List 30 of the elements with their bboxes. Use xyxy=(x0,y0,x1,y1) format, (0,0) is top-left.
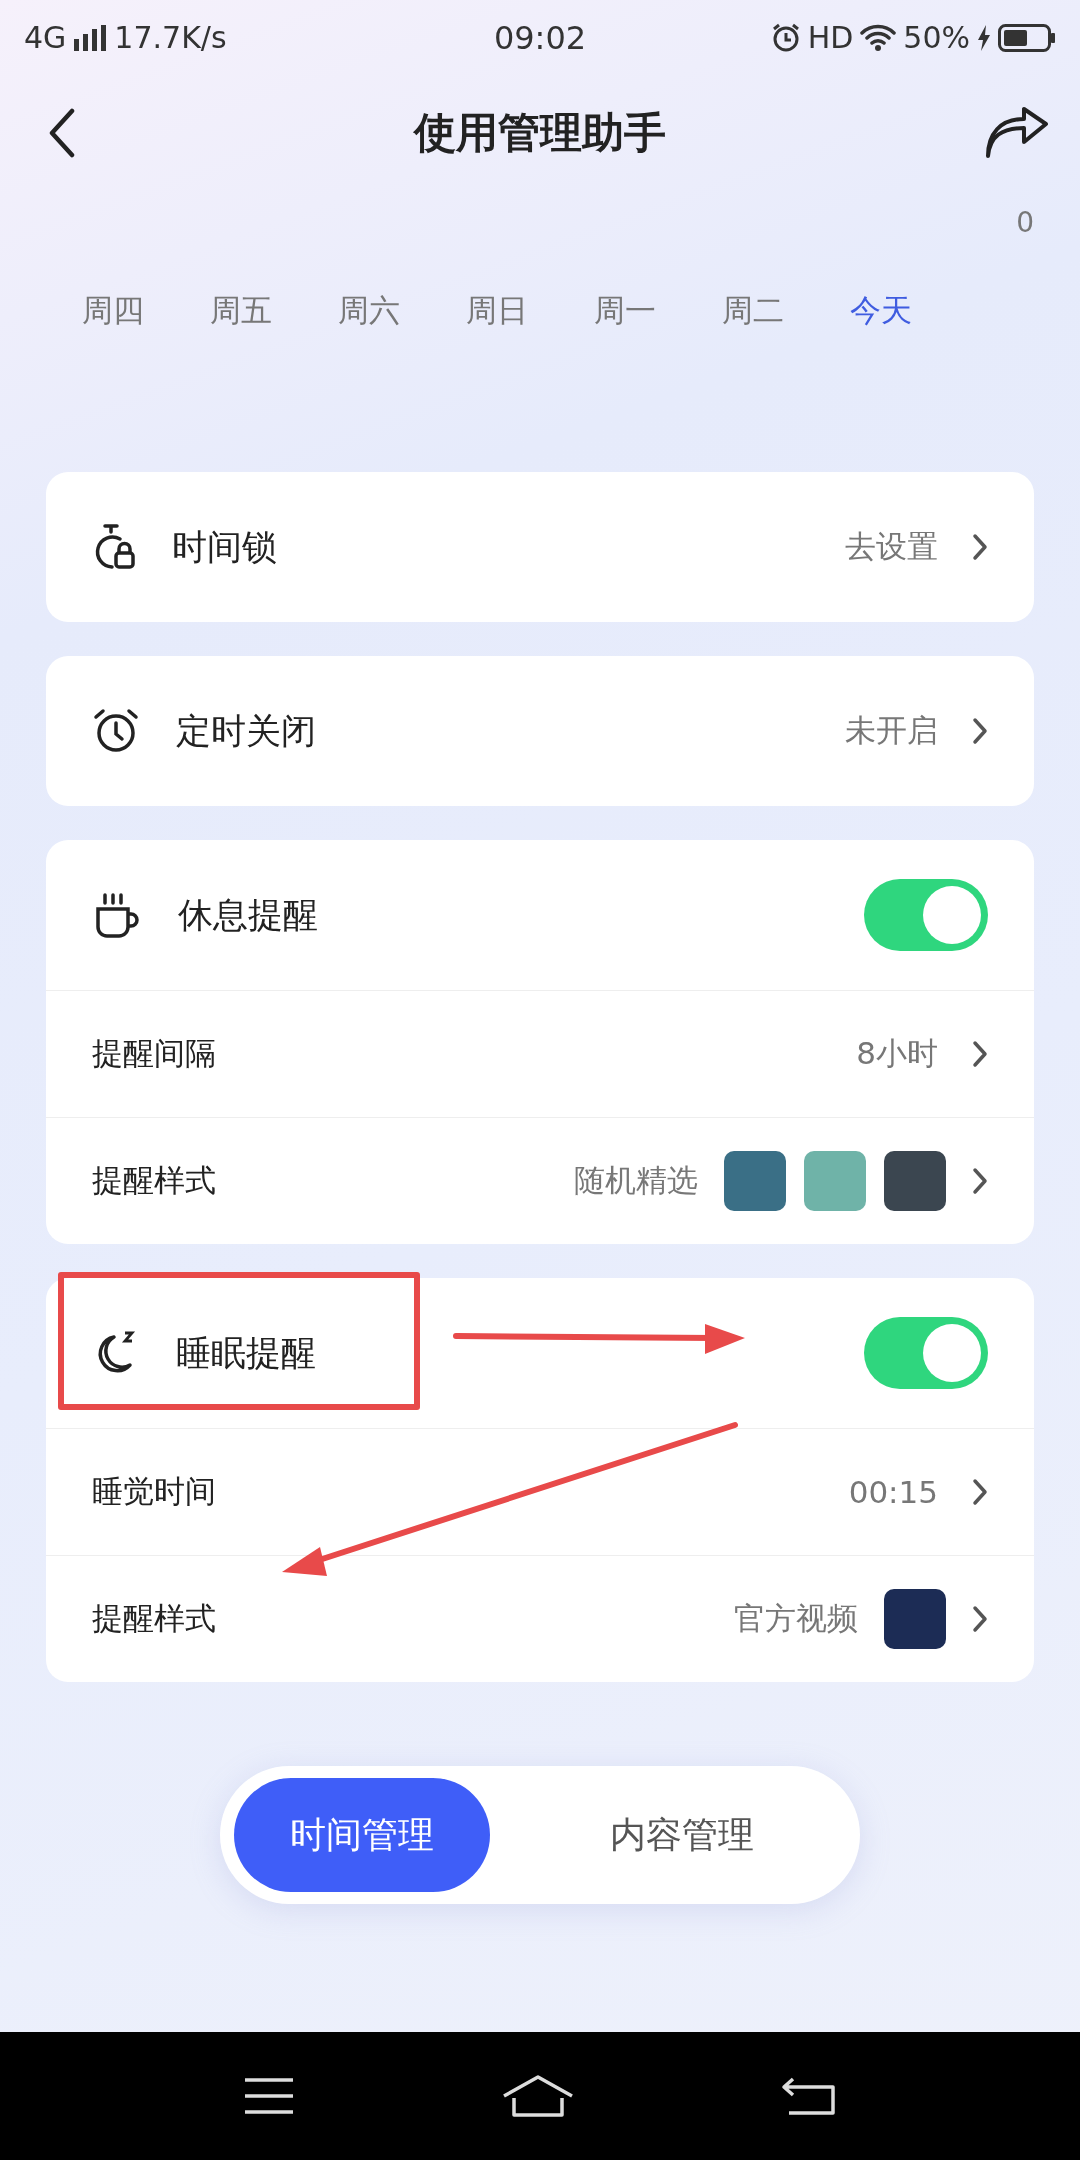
day-tab[interactable]: 周日 xyxy=(466,290,528,332)
setting-title: 时间锁 xyxy=(172,525,277,569)
day-tab[interactable]: 周一 xyxy=(594,290,656,332)
setting-title: 睡眠提醒 xyxy=(176,1331,316,1375)
setting-label: 提醒间隔 xyxy=(92,1034,216,1073)
setting-value: 00:15 xyxy=(848,1474,938,1510)
setting-title: 定时关闭 xyxy=(176,709,316,753)
setting-value: 官方视频 xyxy=(734,1599,858,1638)
day-tab[interactable]: 周二 xyxy=(722,290,784,332)
setting-title: 休息提醒 xyxy=(178,893,318,937)
setting-label: 提醒样式 xyxy=(92,1599,216,1638)
network-speed: 17.7K/s xyxy=(114,20,227,55)
day-tab[interactable]: 周四 xyxy=(82,290,144,332)
day-tab[interactable]: 周六 xyxy=(338,290,400,332)
count-label: 0 xyxy=(1016,206,1034,241)
segment-tab[interactable]: 内容管理 xyxy=(554,1778,810,1892)
day-tab[interactable]: 周五 xyxy=(210,290,272,332)
setting-value: 8小时 xyxy=(856,1034,938,1073)
segment-tab[interactable]: 时间管理 xyxy=(234,1778,490,1892)
battery-percent: 50% xyxy=(903,20,970,55)
clock-time: 09:02 xyxy=(493,18,587,57)
page-title: 使用管理助手 xyxy=(414,106,666,159)
hd-indicator: HD xyxy=(807,20,854,55)
day-tab[interactable]: 今天 xyxy=(850,290,912,332)
setting-label: 睡觉时间 xyxy=(92,1472,216,1511)
setting-label: 提醒样式 xyxy=(92,1161,216,1200)
setting-value: 未开启 xyxy=(845,711,938,750)
network-type: 4G xyxy=(24,20,67,55)
setting-value: 随机精选 xyxy=(574,1161,698,1200)
setting-value: 去设置 xyxy=(845,527,938,566)
